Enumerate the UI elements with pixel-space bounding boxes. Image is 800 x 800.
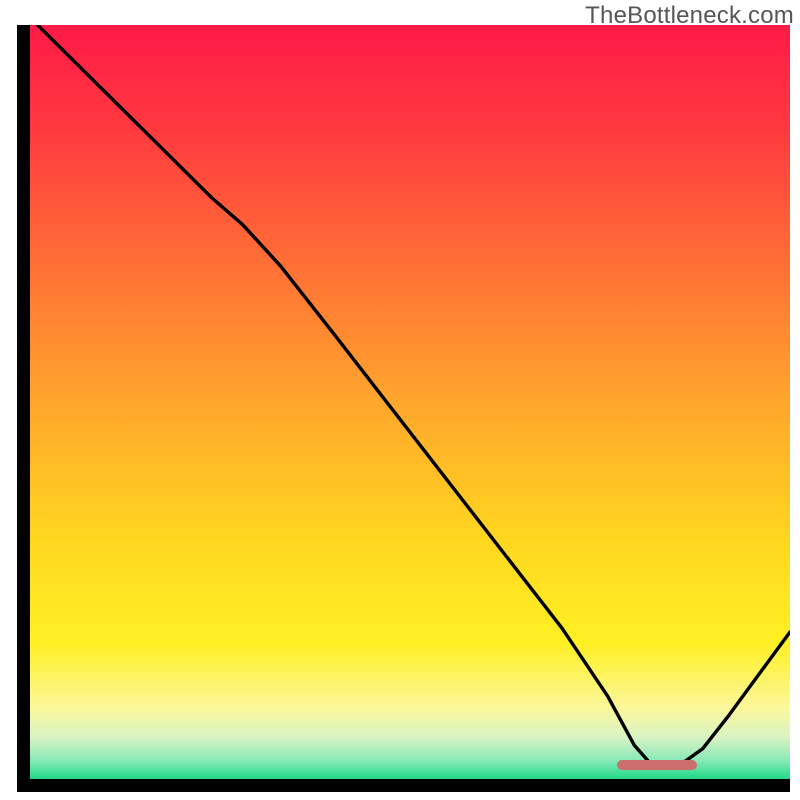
plot-area — [30, 25, 790, 779]
minimum-marker — [617, 760, 698, 770]
curve-layer — [30, 25, 790, 779]
watermark-text: TheBottleneck.com — [585, 2, 794, 30]
chart-container: TheBottleneck.com — [0, 0, 800, 800]
data-curve — [38, 25, 790, 765]
plot-frame — [17, 25, 790, 792]
